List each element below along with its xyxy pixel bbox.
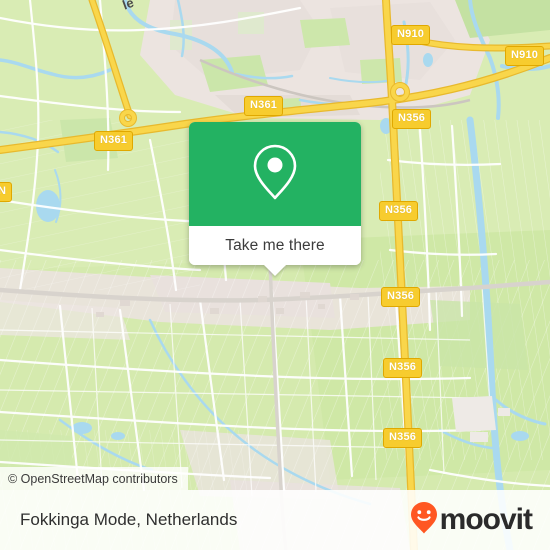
osm-attribution[interactable]: © OpenStreetMap contributors [0,467,188,490]
callout-pointer-tail [264,265,286,276]
location-title: Fokkinga Mode, Netherlands [20,510,238,529]
road-shield-n361-2[interactable]: N361 [94,131,134,151]
road-shield-n356-1[interactable]: N356 [392,109,432,129]
map-pin-icon [249,141,301,208]
callout-action-bar[interactable]: Take me there [189,226,361,265]
road-shield-n356-3[interactable]: N356 [381,287,421,307]
road-shield-n356-5[interactable]: N356 [383,428,423,448]
road-shield-n910-1[interactable]: N910 [391,25,431,45]
road-shield-n356-2[interactable]: N356 [379,201,419,221]
map-screenshot: le N910 N910 N361 N356 N361 N356 N356 N3… [0,0,550,550]
road-shield-n910-2[interactable]: N910 [505,46,545,66]
take-me-there-label: Take me there [225,236,325,254]
footer-bar: Fokkinga Mode, Netherlands moovit [0,490,550,550]
moovit-pin-smiley-icon [409,501,439,540]
road-shield-clipped-left[interactable]: N [0,182,13,202]
moovit-logo[interactable]: moovit [409,501,533,540]
location-callout-card[interactable]: Take me there [189,122,361,276]
road-shield-n361-1[interactable]: N361 [244,96,284,116]
moovit-wordmark: moovit [439,503,533,536]
road-shield-n356-4[interactable]: N356 [383,358,423,378]
callout-image-area [189,122,361,226]
osm-attribution-text: © OpenStreetMap contributors [8,471,178,486]
